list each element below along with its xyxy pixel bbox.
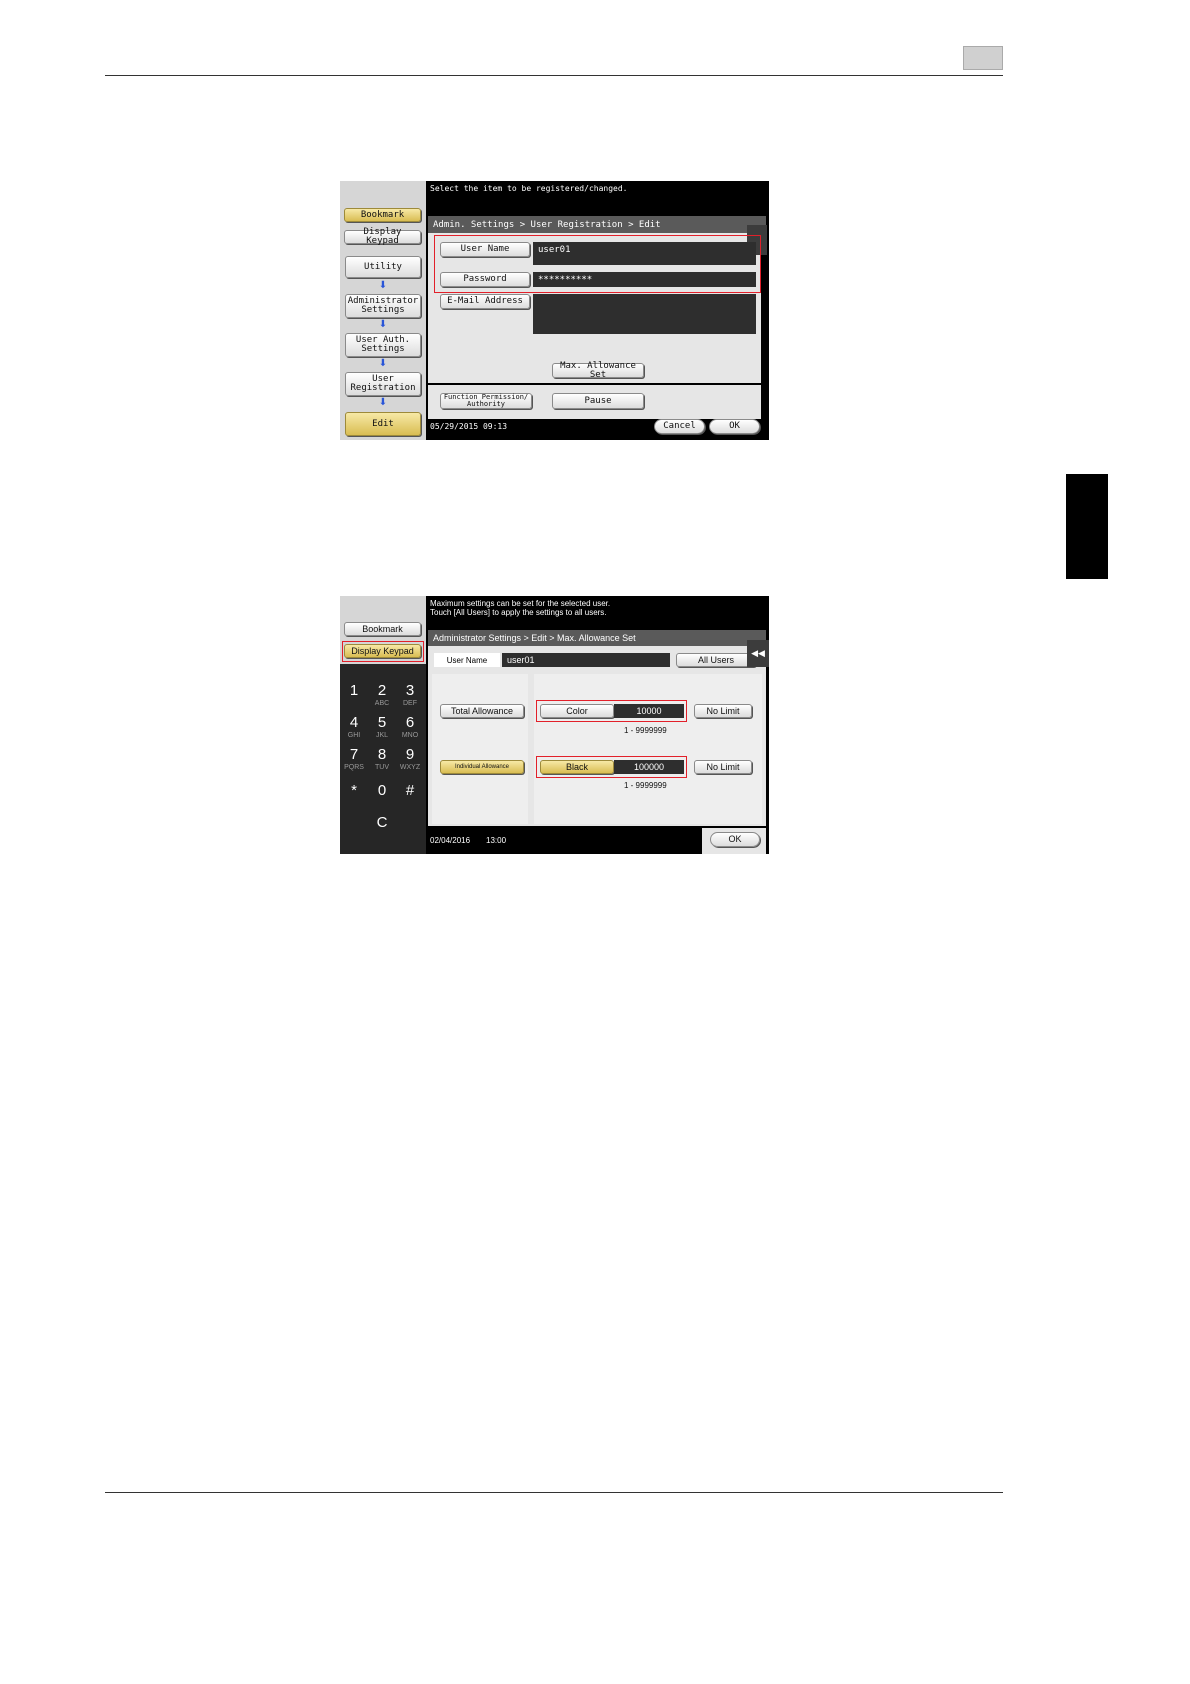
- keypad-key-9[interactable]: 9 WXYZ: [396, 746, 424, 778]
- time: 13:00: [486, 836, 507, 845]
- ok-button[interactable]: OK: [710, 832, 760, 847]
- screen-user-registration-edit: Bookmark Display Keypad Utility ⬇ Admini…: [340, 181, 769, 440]
- keypad-key-3[interactable]: 3 DEF: [396, 682, 424, 714]
- step-edit[interactable]: Edit: [345, 412, 421, 436]
- chapter-tab: [1066, 474, 1108, 579]
- ok-button[interactable]: OK: [709, 419, 760, 434]
- keypad-key-8[interactable]: 8 TUV: [368, 746, 396, 778]
- user-name-field: user01: [502, 653, 670, 667]
- highlight-box: [434, 235, 761, 293]
- display-keypad-button[interactable]: Display Keypad: [344, 228, 421, 246]
- keypad-clear-key[interactable]: C: [368, 814, 396, 846]
- date: 02/04/2016: [430, 836, 471, 845]
- highlight-box: [536, 756, 687, 778]
- step-administrator-settings[interactable]: Administrator Settings: [345, 294, 421, 318]
- black-range-text: 1 - 9999999: [624, 781, 667, 790]
- down-arrow-icon: ⬇: [378, 397, 388, 408]
- email-address-button[interactable]: E-Mail Address: [440, 294, 530, 309]
- all-users-button[interactable]: All Users: [676, 653, 756, 667]
- bookmark-button[interactable]: Bookmark: [344, 208, 421, 222]
- keypad-key-7[interactable]: 7 PQRS: [340, 746, 368, 778]
- step-user-auth-settings[interactable]: User Auth. Settings: [345, 333, 421, 357]
- instruction-message-line1: Maximum settings can be set for the sele…: [430, 599, 611, 608]
- down-arrow-icon: ⬇: [378, 319, 388, 330]
- collapse-icon[interactable]: ◀◀: [747, 640, 769, 667]
- left-options-panel: [432, 674, 528, 824]
- highlight-box: [536, 700, 687, 722]
- right-values-panel: [534, 674, 762, 824]
- bookmark-button[interactable]: Bookmark: [344, 622, 421, 636]
- total-allowance-button[interactable]: Total Allowance: [440, 704, 524, 718]
- instruction-message-line2: Touch [All Users] to apply the settings …: [430, 608, 607, 617]
- step-utility[interactable]: Utility: [345, 256, 421, 278]
- keypad-key-hash[interactable]: #: [396, 782, 424, 814]
- keypad-key-1[interactable]: 1: [340, 682, 368, 714]
- cancel-button[interactable]: Cancel: [654, 419, 705, 434]
- keypad-key-4[interactable]: 4 GHI: [340, 714, 368, 746]
- individual-allowance-button[interactable]: Individual Allowance: [440, 760, 524, 774]
- keypad-key-star[interactable]: *: [340, 782, 368, 814]
- step-user-registration[interactable]: User Registration: [345, 372, 421, 396]
- user-name-label-box: User Name: [434, 653, 500, 667]
- breadcrumb: Admin. Settings > User Registration > Ed…: [428, 216, 766, 233]
- email-address-field[interactable]: [533, 294, 756, 334]
- keypad-key-2[interactable]: 2 ABC: [368, 682, 396, 714]
- keypad-key-6[interactable]: 6 MNO: [396, 714, 424, 746]
- footer-rule: [105, 1492, 1003, 1493]
- user-name-label: User Name: [446, 655, 488, 665]
- highlight-box: [342, 641, 424, 662]
- function-permission-button[interactable]: Function Permission/ Authority: [440, 393, 532, 409]
- black-no-limit-button[interactable]: No Limit: [694, 760, 752, 774]
- screen-max-allowance-set: Bookmark Display Keypad 1 2 ABC 3 DEF 4 GHI…: [340, 596, 769, 854]
- color-no-limit-button[interactable]: No Limit: [694, 704, 752, 718]
- header-rule: [105, 75, 1003, 76]
- keypad-key-0[interactable]: 0: [368, 782, 396, 814]
- page-number-box: [963, 46, 1003, 70]
- max-allowance-set-button[interactable]: Max. Allowance Set: [552, 361, 644, 379]
- keypad-key-5[interactable]: 5 JKL: [368, 714, 396, 746]
- down-arrow-icon: ⬇: [378, 358, 388, 369]
- date-time: 05/29/2015 09:13: [430, 422, 508, 431]
- color-range-text: 1 - 9999999: [624, 726, 667, 735]
- instruction-message: Select the item to be registered/changed…: [430, 184, 628, 193]
- pause-button[interactable]: Pause: [552, 393, 644, 409]
- down-arrow-icon: ⬇: [378, 280, 388, 291]
- breadcrumb: Administrator Settings > Edit > Max. All…: [428, 630, 766, 646]
